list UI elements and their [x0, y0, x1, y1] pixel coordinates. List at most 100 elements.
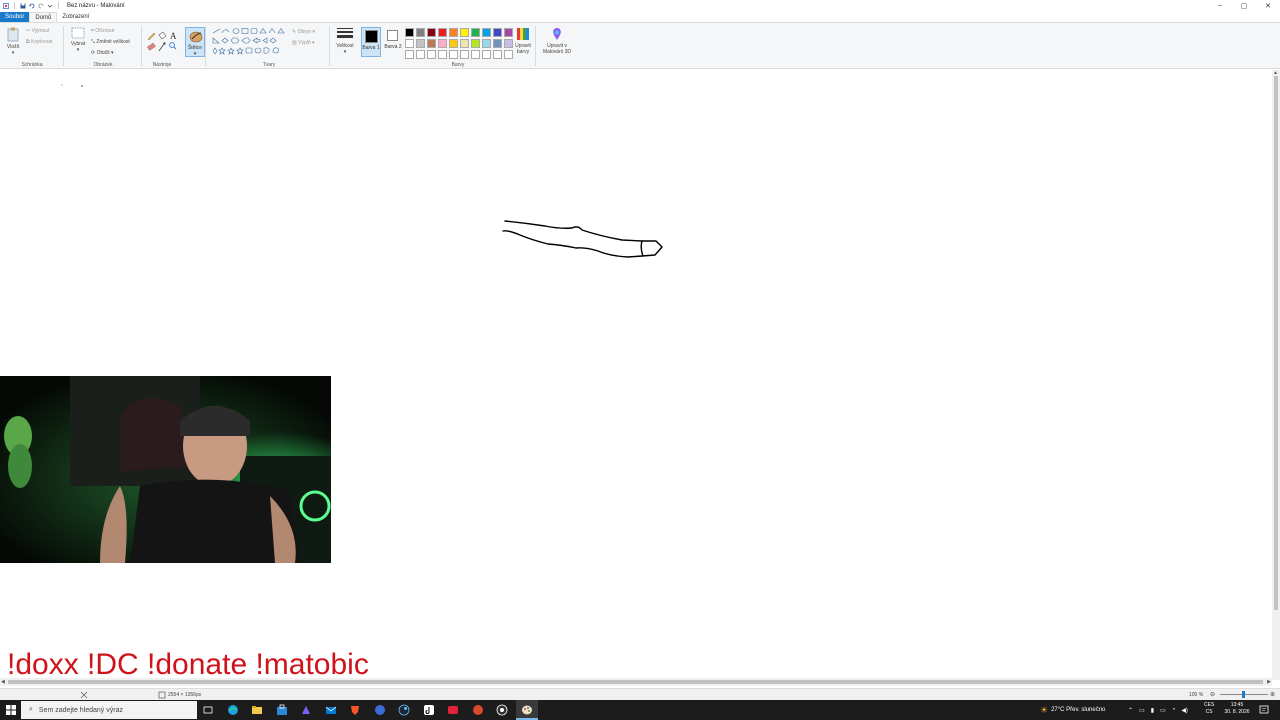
color-swatch[interactable] [449, 28, 458, 37]
edit-colors-button[interactable]: Upravit barvy [512, 27, 534, 55]
save-icon[interactable] [20, 3, 26, 9]
color-swatch[interactable] [438, 39, 447, 48]
wifi-icon[interactable]: ◔ [1172, 707, 1176, 713]
shapes-gallery[interactable] [212, 27, 288, 57]
rotate-button[interactable]: ⟳ Otočit ▾ [91, 50, 114, 56]
search-icon: ⌕ [29, 706, 33, 713]
tiktok-icon[interactable] [423, 704, 435, 716]
color-swatch[interactable] [471, 28, 480, 37]
color-swatch[interactable] [405, 28, 414, 37]
copy-button[interactable]: ⧉ Kopírovat [26, 39, 52, 45]
size-button[interactable]: Velikost ▾ [333, 27, 357, 55]
select-button[interactable]: Vybrat ▾ [67, 27, 89, 53]
microphone-icon[interactable]: ▮ [1151, 707, 1154, 714]
color-swatch[interactable] [427, 50, 436, 59]
color-swatch[interactable] [427, 28, 436, 37]
vertical-scroll-thumb[interactable] [1274, 76, 1278, 610]
color-swatch[interactable] [493, 28, 502, 37]
drawing-canvas[interactable] [0, 70, 1272, 678]
close-button[interactable]: ✕ [1256, 0, 1280, 11]
color-swatch[interactable] [482, 28, 491, 37]
color-swatch[interactable] [438, 50, 447, 59]
color1-label: Barva 1 [362, 45, 380, 51]
horizontal-scroll-thumb[interactable] [8, 680, 1263, 684]
obs-icon[interactable] [496, 704, 508, 716]
horizontal-scrollbar[interactable]: ◀ ▶ [0, 678, 1272, 686]
customize-toolbar-icon[interactable] [47, 3, 53, 9]
zoom-slider-handle[interactable] [1242, 691, 1245, 698]
paste-button[interactable]: Vložit ▾ [3, 27, 23, 56]
fill-bucket-icon[interactable] [158, 31, 167, 40]
color-swatch[interactable] [427, 39, 436, 48]
color-swatch[interactable] [405, 39, 414, 48]
file-explorer-icon[interactable] [251, 704, 263, 716]
color1-button[interactable]: Barva 1 [361, 27, 381, 57]
cut-button[interactable]: ✂ Vyjmout [26, 28, 49, 34]
chat-app-icon[interactable] [374, 704, 386, 716]
color-swatch[interactable] [493, 39, 502, 48]
magnifier-icon[interactable] [169, 42, 177, 50]
show-hidden-icons-icon[interactable]: ⌃ [1128, 707, 1133, 714]
paint-taskbar-button[interactable] [516, 700, 538, 720]
pencil-icon[interactable] [147, 32, 156, 41]
zoom-in-icon[interactable]: ⊕ [1270, 691, 1275, 698]
clock[interactable]: 13:45 30. 8. 2026 [1222, 702, 1252, 716]
tab-view[interactable]: Zobrazení [57, 12, 94, 22]
maximize-button[interactable]: ▢ [1232, 0, 1256, 11]
volume-icon[interactable]: ◀) [1181, 707, 1188, 714]
redo-icon[interactable] [38, 3, 44, 9]
scroll-left-icon[interactable]: ◀ [1, 679, 5, 685]
clock-time: 13:45 [1230, 702, 1244, 708]
text-icon[interactable]: A [170, 31, 177, 41]
color-swatch[interactable] [449, 39, 458, 48]
brave-browser-icon[interactable] [349, 704, 361, 716]
color-swatch[interactable] [460, 50, 469, 59]
fill-button[interactable]: ▨ Výplň ▾ [292, 40, 315, 46]
photos-icon[interactable] [300, 704, 312, 716]
vertical-scrollbar[interactable]: ▲ [1272, 70, 1280, 680]
red-app-icon[interactable] [447, 704, 459, 716]
color-swatch[interactable] [482, 50, 491, 59]
color-swatch[interactable] [438, 28, 447, 37]
color-swatch[interactable] [405, 50, 414, 59]
color-swatch[interactable] [449, 50, 458, 59]
system-tray-icons: ⌃ ▭ ▮ ▭ ◔ ◀) [1128, 700, 1188, 720]
color-swatch[interactable] [416, 39, 425, 48]
notifications-icon[interactable] [1259, 705, 1269, 715]
scroll-right-icon[interactable]: ▶ [1267, 679, 1271, 685]
image-size-icon [158, 691, 166, 699]
color-swatch[interactable] [460, 39, 469, 48]
media-app-icon[interactable] [472, 704, 484, 716]
color2-button[interactable]: Barva 2 [384, 27, 402, 57]
color-swatch[interactable] [471, 50, 480, 59]
mail-icon[interactable] [325, 704, 337, 716]
tab-file[interactable]: Soubor [0, 12, 30, 22]
display-icon[interactable]: ▭ [1160, 707, 1166, 714]
color-swatch[interactable] [471, 39, 480, 48]
language-indicator[interactable]: CES CS [1204, 702, 1214, 716]
brushes-button[interactable]: Štětce ▾ [185, 27, 205, 57]
edit-in-paint3d-button[interactable]: Upravit v Malování 3D [538, 27, 576, 55]
steam-icon[interactable] [398, 704, 410, 716]
taskbar-search-box[interactable]: ⌕ Sem zadejte hledaný výraz [21, 701, 197, 719]
edge-icon[interactable] [227, 704, 239, 716]
color-swatch[interactable] [460, 28, 469, 37]
tab-home[interactable]: Domů [29, 12, 58, 22]
crop-button[interactable]: ⌗ Oříznout [91, 28, 114, 34]
task-view-icon[interactable] [202, 704, 214, 716]
store-icon[interactable] [276, 704, 288, 716]
color-picker-icon[interactable] [158, 42, 166, 52]
outline-button[interactable]: ✎ Obrys ▾ [292, 29, 315, 35]
weather-widget[interactable]: ☀ 27°C Přev. slunečno [1040, 700, 1105, 720]
zoom-out-icon[interactable]: ⊖ [1210, 691, 1215, 698]
network-icon[interactable]: ▭ [1139, 707, 1145, 714]
eraser-icon[interactable] [147, 42, 156, 51]
windows-start-icon[interactable] [6, 705, 16, 715]
color-swatch[interactable] [493, 50, 502, 59]
color-swatch[interactable] [416, 28, 425, 37]
resize-button[interactable]: ⤡ Změnit velikost [91, 39, 130, 45]
color-swatch[interactable] [416, 50, 425, 59]
undo-icon[interactable] [29, 3, 35, 9]
minimize-button[interactable]: – [1208, 0, 1232, 11]
color-swatch[interactable] [482, 39, 491, 48]
